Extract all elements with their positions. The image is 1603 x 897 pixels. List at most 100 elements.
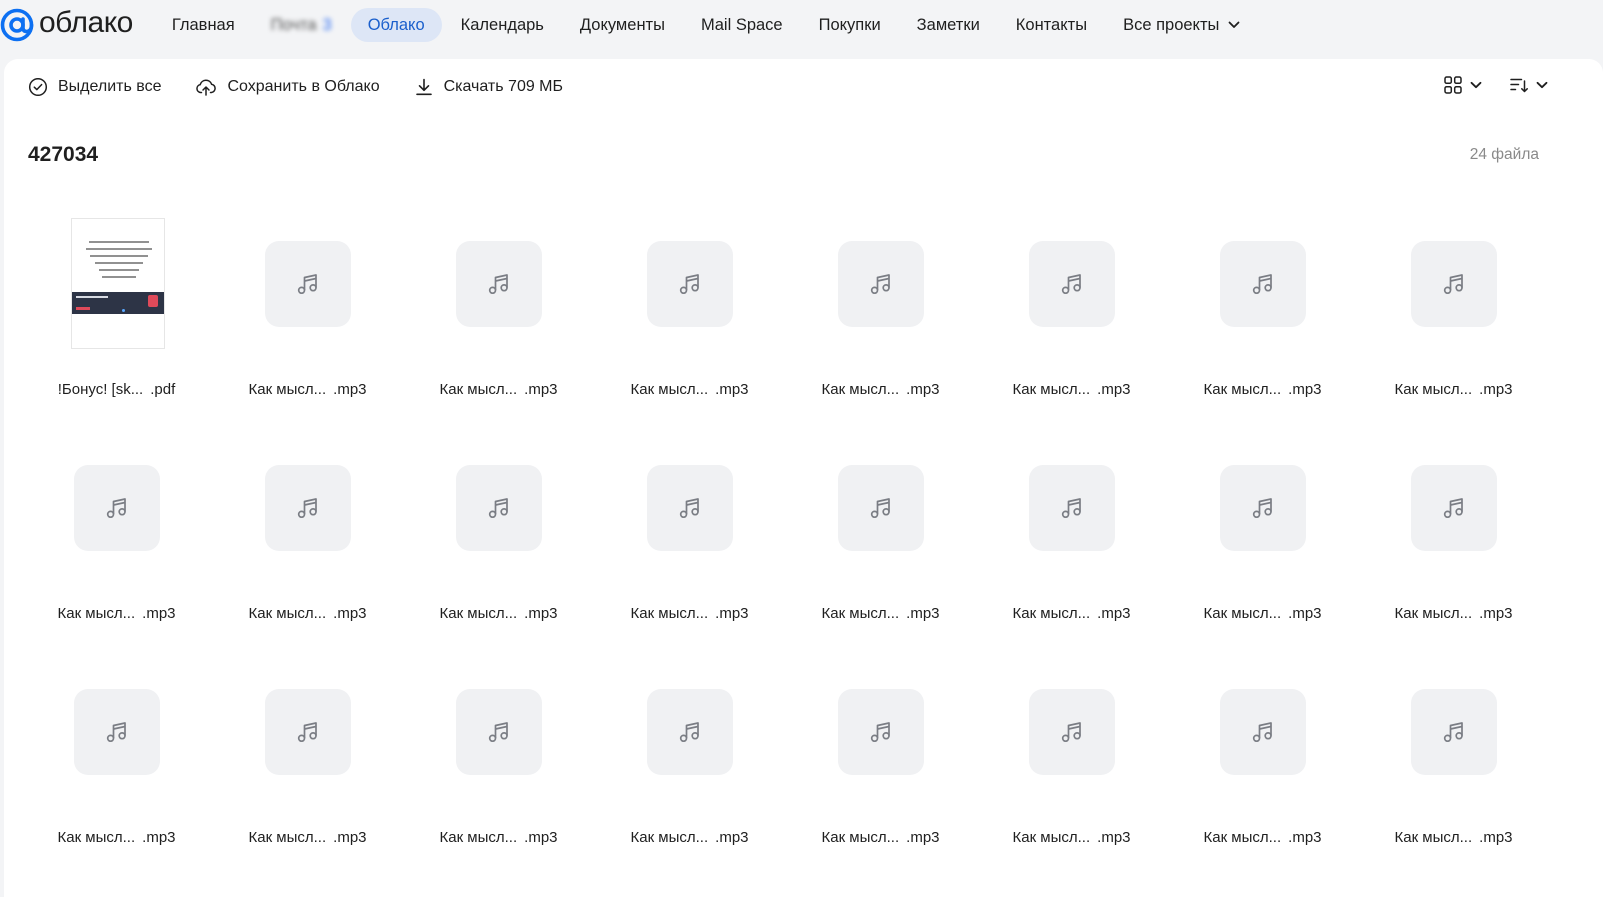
file-tile[interactable]: Как мысл... .mp3 [594, 435, 785, 659]
file-name: Как мысл... .mp3 [212, 829, 403, 846]
file-tile[interactable]: Как мысл... .mp3 [403, 659, 594, 883]
audio-thumbnail [838, 689, 924, 775]
file-tile[interactable]: Как мысл... .mp3 [1167, 435, 1358, 659]
file-name: Как мысл... .mp3 [785, 605, 976, 622]
audio-thumbnail [1029, 689, 1115, 775]
nav-item-label: Почта [270, 15, 317, 34]
nav-item-documents[interactable]: Документы [563, 8, 682, 43]
file-extension: .mp3 [906, 829, 940, 846]
nav-item-cloud[interactable]: Облако [350, 7, 442, 43]
download-label: Скачать 709 МБ [443, 78, 564, 95]
sort-icon [1510, 78, 1528, 93]
file-extension: .mp3 [1479, 605, 1513, 622]
file-tile[interactable]: Как мысл... .mp3 [976, 435, 1167, 659]
music-note-icon [297, 274, 317, 295]
music-note-icon [488, 498, 508, 519]
audio-thumbnail [838, 241, 924, 327]
nav-item-mail[interactable]: Почта 3 [254, 8, 349, 43]
nav-item-label: Календарь [460, 15, 544, 34]
nav-item-calendar[interactable]: Календарь [444, 8, 561, 43]
file-tile[interactable]: Как мысл... .mp3 [212, 211, 403, 435]
audio-thumbnail [456, 465, 542, 551]
file-extension: .mp3 [715, 605, 749, 622]
audio-thumbnail [456, 241, 542, 327]
file-name: !Бонус! [sk... .pdf [21, 381, 212, 398]
music-note-icon [1443, 498, 1463, 519]
file-extension: .mp3 [715, 381, 749, 398]
download-button[interactable]: Скачать 709 МБ [414, 77, 563, 97]
nav-item-label: Заметки [916, 15, 980, 34]
view-mode-dropdown[interactable] [1443, 75, 1483, 95]
file-tile[interactable]: Как мысл... .mp3 [594, 211, 785, 435]
sort-dropdown[interactable] [1509, 75, 1549, 95]
file-grid: !Бонус! [sk... .pdf Как мысл... .mp3 Как м… [21, 211, 1549, 883]
pdf-preview-banner [72, 292, 164, 314]
file-name: Как мысл... .mp3 [594, 381, 785, 398]
music-note-icon [488, 274, 508, 295]
audio-thumbnail [838, 465, 924, 551]
file-extension: .mp3 [142, 829, 176, 846]
file-tile[interactable]: Как мысл... .mp3 [785, 211, 976, 435]
file-tile[interactable]: !Бонус! [sk... .pdf [21, 211, 212, 435]
file-name-base: Как мысл... [1394, 605, 1473, 622]
file-tile[interactable]: Как мысл... .mp3 [21, 435, 212, 659]
file-tile[interactable]: Как мысл... .mp3 [1167, 211, 1358, 435]
logo[interactable]: облако [0, 0, 133, 50]
file-name-base: Как мысл... [1203, 605, 1282, 622]
audio-thumbnail [74, 689, 160, 775]
file-tile[interactable]: Как мысл... .mp3 [785, 659, 976, 883]
audio-thumbnail [647, 465, 733, 551]
file-extension: .mp3 [1479, 829, 1513, 846]
file-tile[interactable]: Как мысл... .mp3 [1358, 435, 1549, 659]
file-tile[interactable]: Как мысл... .mp3 [21, 659, 212, 883]
file-tile[interactable]: Как мысл... .mp3 [785, 435, 976, 659]
file-name-base: Как мысл... [248, 605, 327, 622]
file-name-base: !Бонус! [sk... [57, 381, 144, 398]
toolbar: Выделить все Сохранить в Облако Скачать … [4, 59, 1603, 115]
file-tile[interactable]: Как мысл... .mp3 [403, 211, 594, 435]
file-extension: .pdf [150, 381, 176, 398]
file-name-base: Как мысл... [821, 605, 900, 622]
save-to-cloud-button[interactable]: Сохранить в Облако [195, 77, 380, 97]
select-all-button[interactable]: Выделить все [28, 77, 161, 97]
select-all-label: Выделить все [58, 78, 162, 95]
audio-thumbnail [456, 689, 542, 775]
view-controls [1443, 75, 1549, 95]
file-count: 24 файла [1469, 146, 1539, 163]
nav-item-label: Mail Space [700, 15, 783, 34]
file-tile[interactable]: Как мысл... .mp3 [1167, 659, 1358, 883]
audio-thumbnail [1411, 689, 1497, 775]
grid-view-icon [1444, 76, 1462, 94]
file-name: Как мысл... .mp3 [976, 381, 1167, 398]
file-name-base: Как мысл... [630, 605, 709, 622]
all-projects-dropdown[interactable]: Все проекты [1106, 8, 1258, 43]
nav-item-mail-space[interactable]: Mail Space [684, 8, 800, 43]
music-note-icon [1252, 274, 1272, 295]
file-extension: .mp3 [906, 381, 940, 398]
nav-item-notes[interactable]: Заметки [900, 8, 997, 43]
file-tile[interactable]: Как мысл... .mp3 [1358, 659, 1549, 883]
music-note-icon [297, 722, 317, 743]
audio-thumbnail [265, 465, 351, 551]
file-name: Как мысл... .mp3 [785, 381, 976, 398]
file-tile[interactable]: Как мысл... .mp3 [976, 211, 1167, 435]
audio-thumbnail [1220, 465, 1306, 551]
nav-item-home[interactable]: Главная [155, 8, 252, 43]
file-tile[interactable]: Как мысл... .mp3 [976, 659, 1167, 883]
unread-badge: 3 [322, 15, 332, 34]
nav-item-contacts[interactable]: Контакты [999, 8, 1104, 43]
file-tile[interactable]: Как мысл... .mp3 [403, 435, 594, 659]
at-logo-icon [0, 8, 34, 42]
chevron-down-icon [1470, 81, 1482, 89]
nav-item-purchases[interactable]: Покупки [802, 8, 898, 43]
file-tile[interactable]: Как мысл... .mp3 [1358, 211, 1549, 435]
music-note-icon [1443, 722, 1463, 743]
file-tile[interactable]: Как мысл... .mp3 [212, 659, 403, 883]
file-tile[interactable]: Как мысл... .mp3 [212, 435, 403, 659]
file-extension: .mp3 [906, 605, 940, 622]
music-note-icon [870, 722, 890, 743]
music-note-icon [488, 722, 508, 743]
file-tile[interactable]: Как мысл... .mp3 [594, 659, 785, 883]
top-navigation: облако Главная Почта 3 Облако Календарь Д… [0, 0, 1603, 50]
file-extension: .mp3 [524, 381, 558, 398]
